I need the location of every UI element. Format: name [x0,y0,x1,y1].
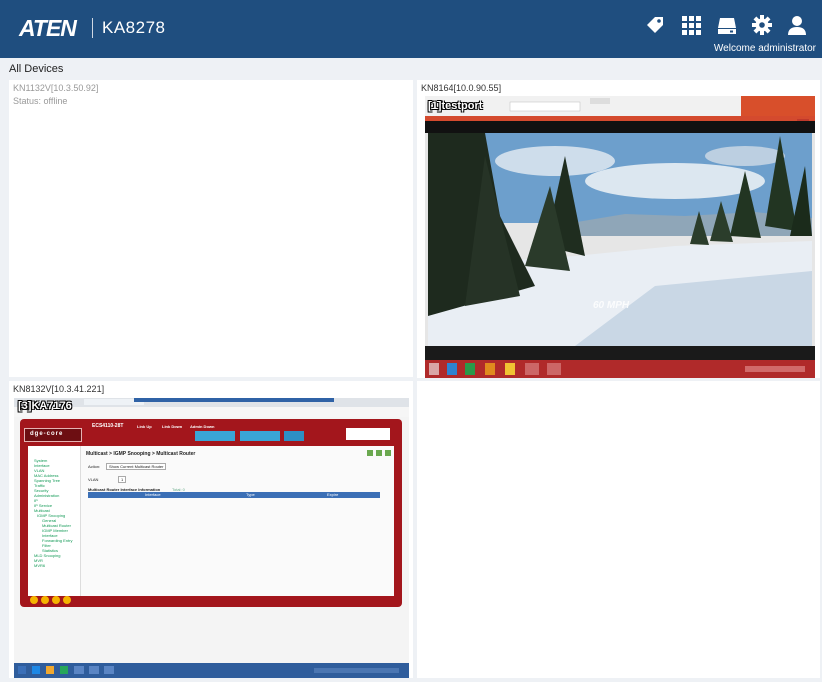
panel-label: KN8164[10.0.90.55] [421,83,502,93]
video-speed-text: 60 MPH [593,300,630,311]
device-panel-kn1132v[interactable] [9,80,413,377]
status-text: Status: offline [13,96,68,106]
help-button[interactable] [367,450,373,456]
port-panel-1[interactable] [195,431,235,441]
grid-icon[interactable] [680,14,702,36]
vlan-label: VLAN [88,477,99,482]
remote-overlay-label: [3]KA7176 [18,400,72,412]
link-up-legend: Link Up [137,424,152,429]
breadcrumb: All Devices [9,63,64,75]
device-model-title: KA8278 [102,18,166,37]
refresh-button[interactable] [376,450,382,456]
top-bar: ATEN KA8278 Welcome administrator [0,0,822,58]
action-label: Action: [88,464,101,469]
action-select[interactable]: Show Current Multicast Router [106,463,167,470]
header-separator [92,18,93,38]
remote-screen-kn8164[interactable]: 60 MPH [425,96,815,378]
col-expire: Expire [327,492,339,497]
sidebar-item-mvr6[interactable]: MVR6 [34,563,45,568]
port-panel-3[interactable] [284,431,304,441]
aten-logo: ATEN [19,15,77,41]
unit-selector[interactable] [346,428,390,440]
link-down-legend: Link Down [162,424,183,429]
vlan-select[interactable]: 1 [118,476,127,483]
port-panel-2[interactable] [240,431,280,441]
col-type: Type [246,492,255,497]
device-icon[interactable] [716,14,738,36]
gear-icon[interactable] [751,14,773,36]
panel-label: KN8132V[10.3.41.221] [13,384,105,394]
remote-overlay-label: [1]testport [428,100,483,112]
page-heading: Multicast > IGMP Snooping > Multicast Ro… [86,451,196,457]
tag-icon[interactable] [644,14,666,36]
dge-core-logo: dge-core [30,431,64,437]
welcome-text: Welcome administrator [713,43,816,54]
admin-down-legend: Admin Down [190,424,215,429]
panel-label: KN1132V[10.3.50.92] [13,83,99,93]
window-controls [30,596,80,605]
device-model-text: ECS4110-28T [92,423,124,429]
user-icon[interactable] [786,14,808,36]
print-button[interactable] [385,450,391,456]
dge-core-content [28,446,394,596]
device-panel-empty[interactable] [417,381,820,678]
col-interface: Interface [145,492,161,497]
